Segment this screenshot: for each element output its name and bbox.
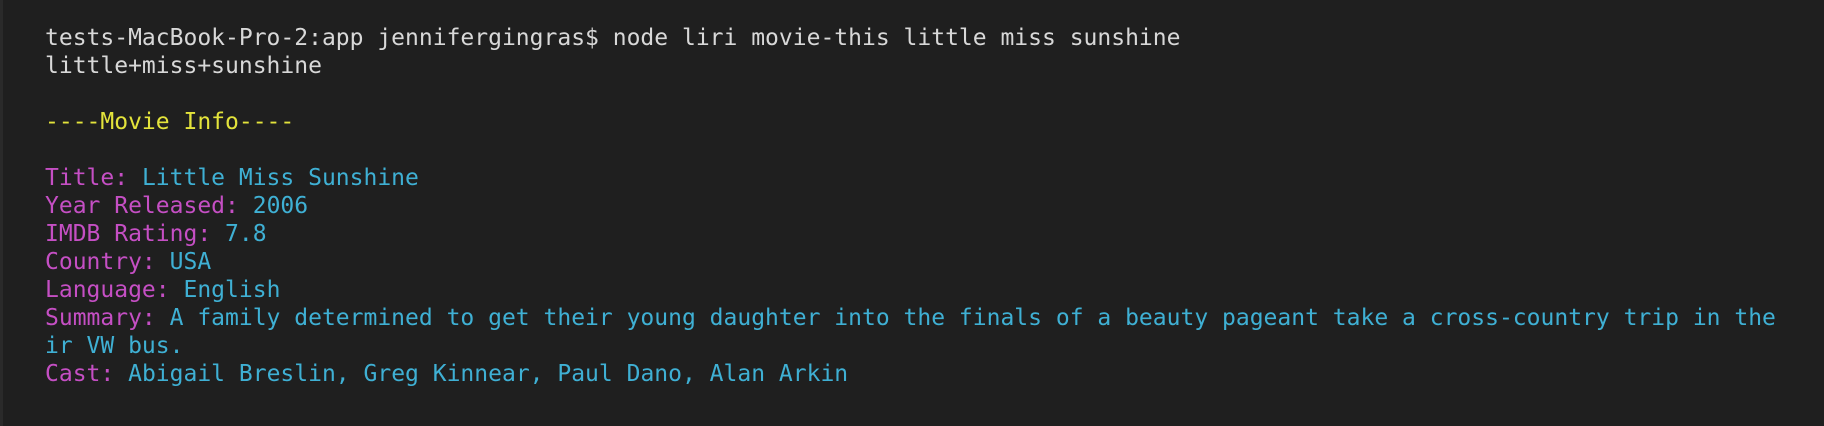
field-label: Title: (45, 165, 142, 191)
field-rating: IMDB Rating: 7.8 (45, 220, 1824, 248)
field-language: Language: English (45, 276, 1824, 304)
field-title: Title: Little Miss Sunshine (45, 164, 1824, 192)
field-value: 2006 (252, 193, 309, 219)
field-label: Cast: (45, 361, 129, 387)
field-summary-wrap: ir VW bus. (45, 332, 1824, 360)
field-value-wrap: ir VW bus. (45, 333, 184, 359)
field-label: Country: (45, 249, 170, 275)
field-summary: Summary: A family determined to get thei… (45, 304, 1824, 332)
field-cast: Cast: Abigail Breslin, Greg Kinnear, Pau… (45, 360, 1824, 388)
field-value: Little Miss Sunshine (141, 165, 419, 191)
field-value: English (183, 277, 281, 303)
terminal-window[interactable]: tests-MacBook-Pro-2:app jennifergingras$… (0, 0, 1824, 426)
command-line: tests-MacBook-Pro-2:app jennifergingras$… (45, 25, 1181, 51)
field-value: USA (169, 249, 212, 275)
field-value: Abigail Breslin, Greg Kinnear, Paul Dano… (128, 361, 849, 387)
section-header: ----Movie Info---- (45, 109, 295, 135)
field-value: 7.8 (225, 221, 267, 247)
field-year: Year Released: 2006 (45, 192, 1824, 220)
field-label: Language: (45, 277, 184, 303)
field-label: Year Released: (45, 193, 253, 219)
field-label: IMDB Rating: (45, 221, 226, 247)
field-value: A family determined to get their young d… (169, 305, 1776, 331)
field-label: Summary: (45, 305, 170, 331)
query-echo: little+miss+sunshine (45, 53, 322, 79)
field-country: Country: USA (45, 248, 1824, 276)
